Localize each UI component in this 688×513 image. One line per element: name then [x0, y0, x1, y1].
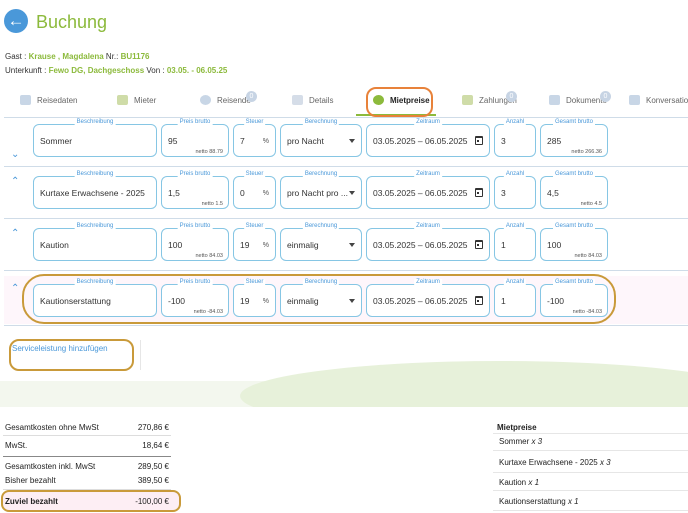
dokumente-badge: 0: [600, 91, 611, 102]
row-separator: [4, 117, 688, 118]
money-icon: [462, 95, 473, 105]
summary-item: Kurtaxe Erwachsene - 2025 x 3: [499, 458, 611, 467]
price-row-sommer: ⌄ Beschreibung Sommer Preis brutto 95 netto…: [0, 119, 688, 176]
total-net-value: 270,86 €: [137, 423, 169, 432]
berechnung-select[interactable]: Berechnung einmalig: [280, 223, 362, 261]
chevron-up-icon[interactable]: ⌃: [11, 229, 21, 239]
zeitraum-field[interactable]: Zeitraum 03.05.2025 – 06.05.2025: [366, 171, 490, 209]
summary-item: Kaution x 1: [499, 478, 540, 487]
calendar-icon[interactable]: [475, 188, 483, 197]
steuer-field[interactable]: Steuer 0%: [233, 171, 276, 209]
tab-details[interactable]: Details: [292, 86, 333, 114]
calendar-icon[interactable]: [475, 240, 483, 249]
tab-dokumente[interactable]: Dokumente: [549, 86, 607, 114]
divider: [493, 450, 688, 451]
page-title: Buchung: [36, 12, 108, 32]
anzahl-field[interactable]: Anzahl 3: [494, 171, 536, 209]
beschreibung-field[interactable]: Beschreibung Kaution: [33, 223, 157, 261]
paid-label: Bisher bezahlt: [5, 476, 56, 485]
car-icon: [20, 95, 31, 105]
decorative-band: [0, 361, 688, 431]
paid-value: 389,50 €: [137, 476, 169, 485]
total-gross-label: Gesamtkosten inkl. MwSt: [5, 462, 96, 471]
beschreibung-field[interactable]: Beschreibung Sommer: [33, 119, 157, 157]
divider: [493, 510, 688, 511]
mietpreise-summary-title: Mietpreise: [497, 423, 537, 432]
list-icon: [292, 95, 303, 105]
tab-reisedaten[interactable]: Reisedaten: [20, 86, 77, 114]
steuer-field[interactable]: Steuer 19%: [233, 223, 276, 261]
id-card-icon: [117, 95, 128, 105]
gesamt-field[interactable]: Gesamt brutto 285 netto 266.36: [540, 119, 608, 157]
divider: [493, 472, 688, 473]
people-icon: [200, 95, 211, 105]
add-service-highlight-annotation: [9, 339, 134, 371]
vat-value: 18,64 €: [142, 441, 169, 450]
price-row-kurtaxe: ⌃ Beschreibung Kurtaxe Erwachsene - 2025 …: [0, 171, 688, 228]
chevron-up-icon[interactable]: ⌃: [11, 284, 21, 294]
summary-item: Sommer x 3: [499, 437, 543, 446]
summary-item: Kautionserstattung x 1: [499, 497, 579, 506]
tab-mieter[interactable]: Mieter: [117, 86, 156, 114]
preis-field[interactable]: Preis brutto 95 netto 88.79: [161, 119, 229, 157]
document-icon: [549, 95, 560, 105]
total-gross-value: 289,50 €: [137, 462, 169, 471]
dropdown-caret-icon: [349, 139, 355, 143]
berechnung-select[interactable]: Berechnung pro Nacht: [280, 119, 362, 157]
tab-bar: Reisedaten Mieter Reisende 0 Details Mie…: [0, 86, 688, 116]
preis-field[interactable]: Preis brutto 100 netto 84.03: [161, 223, 229, 261]
gesamt-field[interactable]: Gesamt brutto 4,5 netto 4.5: [540, 171, 608, 209]
zeitraum-field[interactable]: Zeitraum 03.05.2025 – 06.05.2025: [366, 119, 490, 157]
gesamt-field[interactable]: Gesamt brutto 100 netto 84.03: [540, 223, 608, 261]
row-highlight-annotation: [22, 274, 616, 324]
chevron-up-icon[interactable]: ⌃: [11, 177, 21, 187]
divider: [493, 433, 688, 434]
back-arrow-icon[interactable]: ←: [4, 9, 28, 33]
tab-konversation[interactable]: Konversatio: [629, 86, 688, 114]
overpaid-highlight-annotation: [1, 490, 181, 512]
beschreibung-field[interactable]: Beschreibung Kurtaxe Erwachsene - 2025: [33, 171, 157, 209]
total-net-label: Gesamtkosten ohne MwSt: [5, 423, 99, 432]
divider: [493, 490, 688, 491]
dropdown-caret-icon: [349, 191, 355, 195]
divider: [140, 340, 141, 370]
calendar-icon[interactable]: [475, 136, 483, 145]
anzahl-field[interactable]: Anzahl 3: [494, 119, 536, 157]
guest-info: Gast : Krause , Magdalena Nr.: BU1176: [5, 52, 150, 61]
divider: [3, 435, 171, 436]
chat-icon: [629, 95, 640, 105]
tab-reisende[interactable]: Reisende: [200, 86, 251, 114]
divider: [3, 456, 171, 457]
reisende-badge: 0: [246, 91, 257, 102]
steuer-field[interactable]: Steuer 7%: [233, 119, 276, 157]
dropdown-caret-icon: [349, 243, 355, 247]
anzahl-field[interactable]: Anzahl 1: [494, 223, 536, 261]
price-row-kaution: ⌃ Beschreibung Kaution Preis brutto 100 net…: [0, 223, 688, 280]
booking-page: ← Buchung Gast : Krause , Magdalena Nr.:…: [0, 0, 688, 513]
vat-label: MwSt.: [5, 441, 28, 450]
zeitraum-field[interactable]: Zeitraum 03.05.2025 – 06.05.2025: [366, 223, 490, 261]
chevron-down-icon[interactable]: ⌄: [11, 150, 21, 160]
berechnung-select[interactable]: Berechnung pro Nacht pro ...: [280, 171, 362, 209]
preis-field[interactable]: Preis brutto 1,5 netto 1.5: [161, 171, 229, 209]
zahlungen-badge: 0: [506, 91, 517, 102]
tab-highlight-annotation: [366, 87, 433, 117]
stay-info: Unterkunft : Fewo DG, Dachgeschoss Von :…: [5, 66, 228, 75]
